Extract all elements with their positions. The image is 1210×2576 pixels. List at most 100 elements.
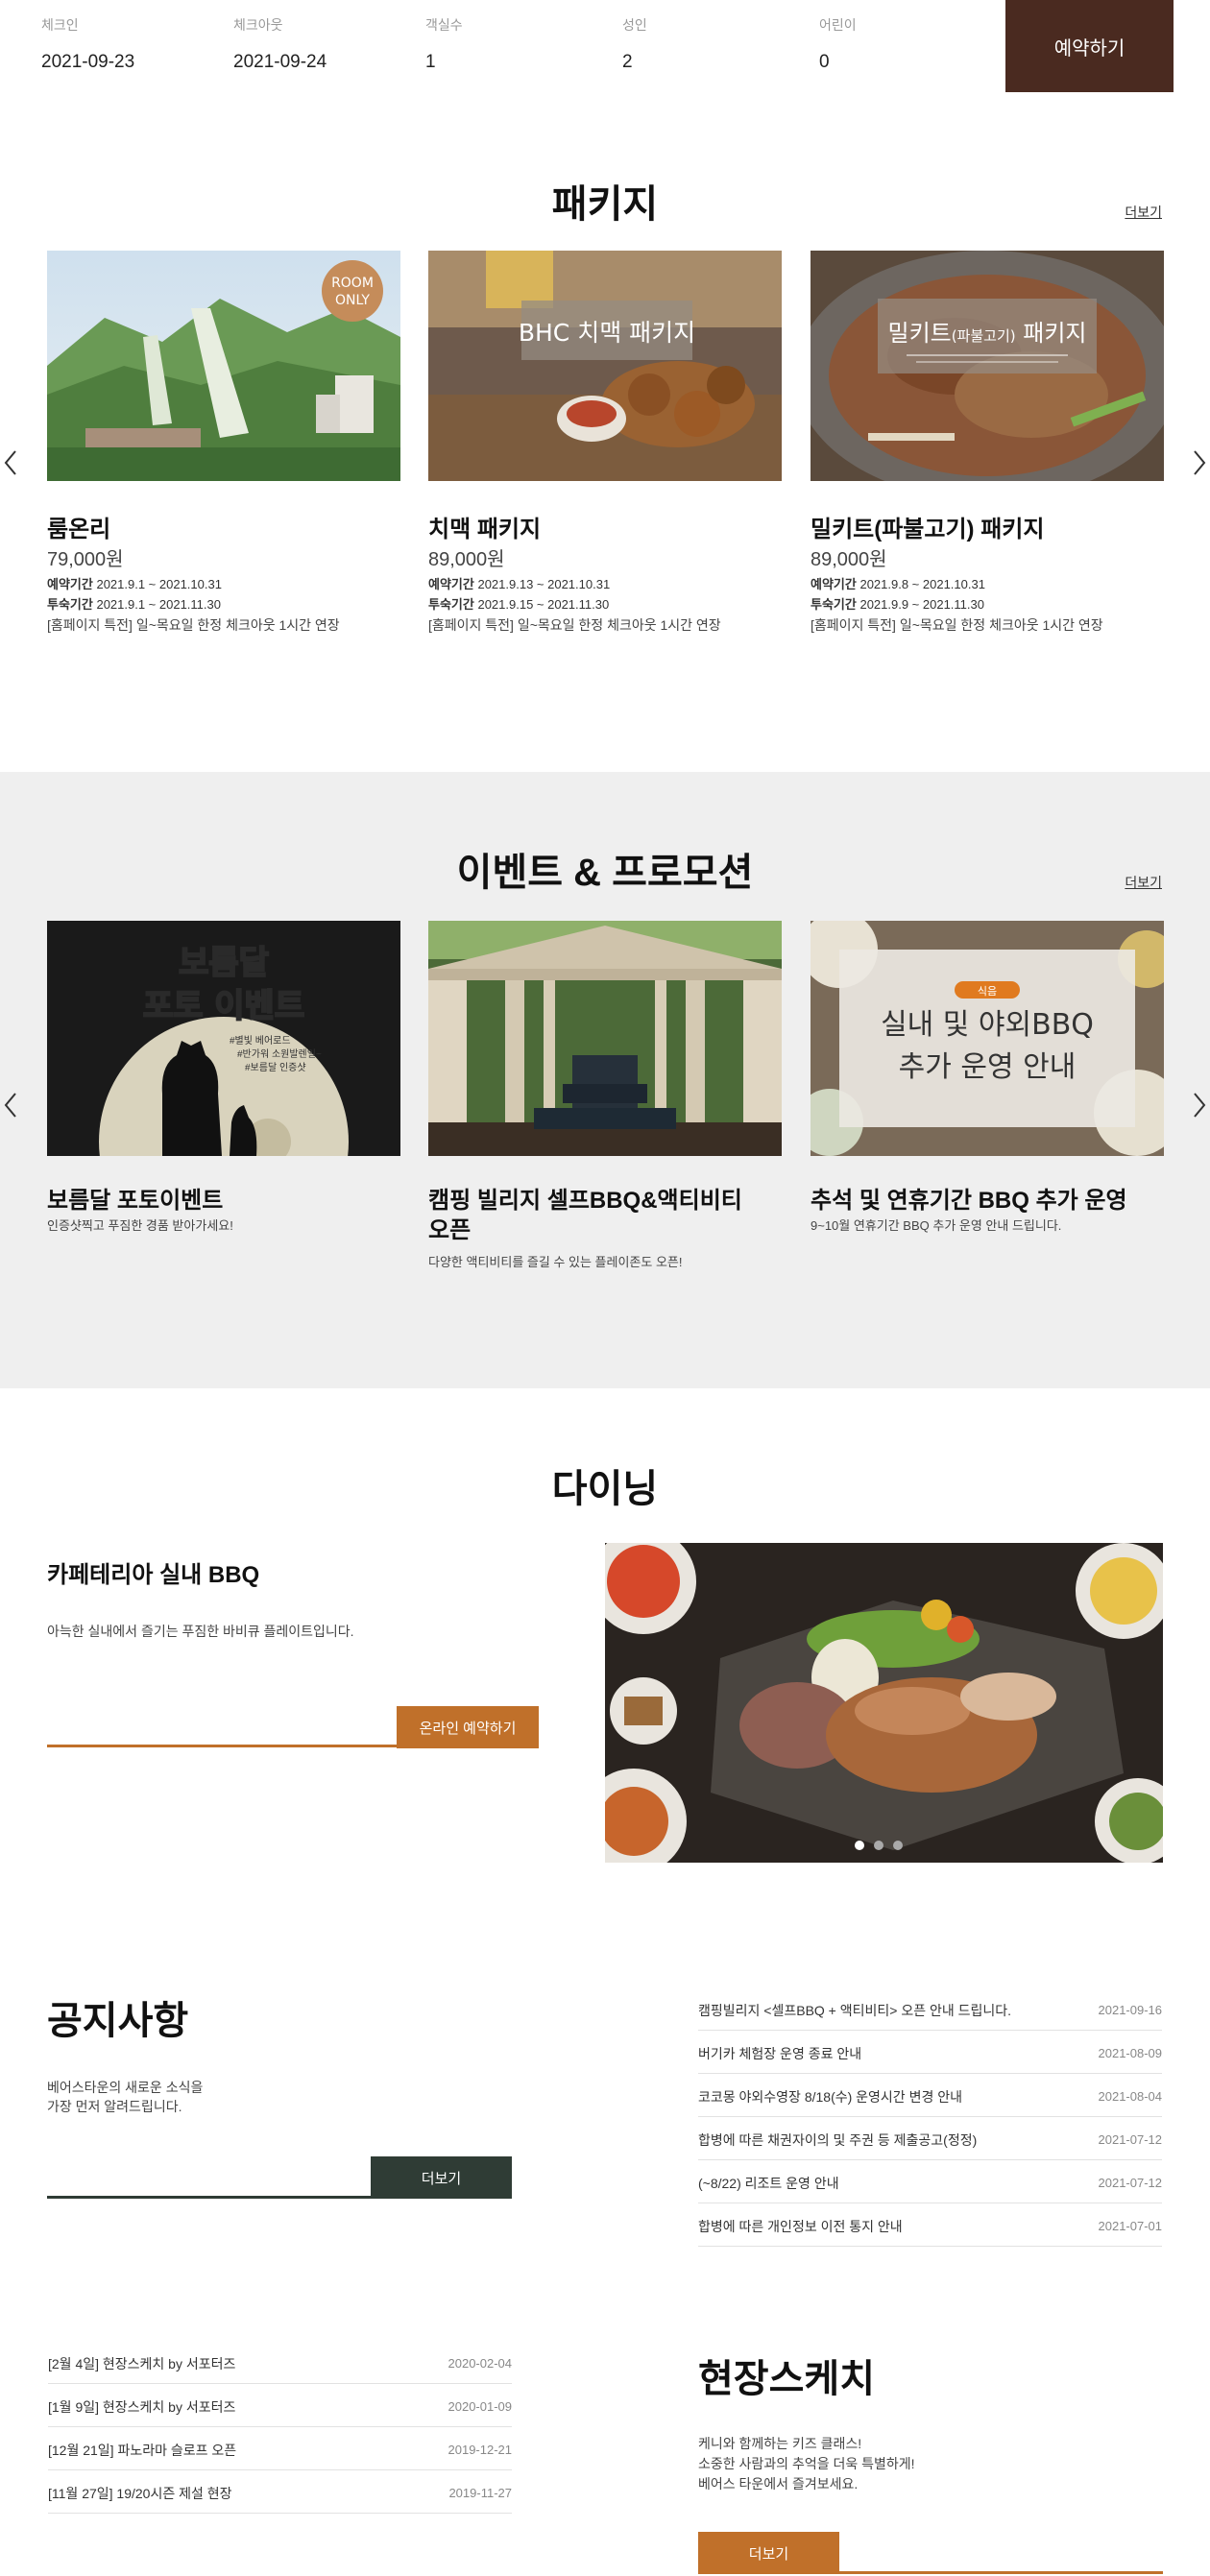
sketch-item-title[interactable]: [2월 4일] 현장스케치 by 서포터즈 — [48, 2354, 235, 2373]
notice-item-title[interactable]: 합병에 따른 채권자이의 및 주권 등 제출공고(정정) — [698, 2131, 977, 2150]
events-prev-arrow[interactable] — [0, 1086, 21, 1124]
events-more-link[interactable]: 더보기 — [1125, 873, 1162, 892]
online-reserve-button[interactable]: 온라인 예약하기 — [397, 1706, 539, 1748]
package-title[interactable]: 밀키트(파불고기) 패키지 — [811, 510, 1044, 543]
package-title[interactable]: 치맥 패키지 — [428, 510, 541, 543]
package-price: 89,000원 — [811, 549, 887, 570]
sketch-item[interactable]: [1월 9일] 현장스케치 by 서포터즈 2020-01-09 — [48, 2384, 512, 2427]
event-poster-line1: 보름달 — [179, 944, 269, 982]
packages-prev-arrow[interactable] — [0, 444, 21, 482]
notice-item-date: 2021-08-09 — [1098, 2046, 1163, 2060]
event-desc: 인증샷찍고 푸짐한 경품 받아가세요! — [47, 1218, 233, 1233]
booking-bar: 체크인 2021-09-23 체크아웃 2021-09-24 객실수 1 성인 … — [0, 0, 1210, 94]
notice-item-date: 2021-08-04 — [1098, 2089, 1163, 2104]
chevron-left-icon — [4, 1093, 16, 1118]
event-image-bbq[interactable]: 식음 실내 및 야외BBQ 추가 운영 안내 — [811, 921, 1164, 1156]
package-card[interactable]: ROOM ONLY 룸온리 79,000원 예약기간 2021.9.1 ~ 20… — [47, 251, 400, 635]
event-title[interactable]: 추석 및 연휴기간 BBQ 추가 운영 — [811, 1181, 1127, 1215]
package-reserve-period: 예약기간 2021.9.1 ~ 2021.10.31 — [47, 577, 222, 591]
adults-label: 성인 — [622, 17, 647, 33]
sketch-item-title[interactable]: [11월 27일] 19/20시즌 제설 현장 — [48, 2484, 232, 2503]
notice-title: 공지사항 — [47, 2000, 189, 2042]
notice-item[interactable]: 합병에 따른 채권자이의 및 주권 등 제출공고(정정) 2021-07-12 — [698, 2117, 1162, 2160]
events-next-arrow[interactable] — [1189, 1086, 1210, 1124]
package-title[interactable]: 룸온리 — [47, 510, 110, 543]
package-card[interactable]: BHC 치맥 패키지 치맥 패키지 89,000원 예약기간 2021.9.13… — [428, 251, 782, 635]
package-note: [홈페이지 특전] 일~목요일 한정 체크아웃 1시간 연장 — [811, 617, 1103, 633]
event-poster-tag: #보름달 인증샷 — [245, 1062, 306, 1073]
notice-item-date: 2021-07-01 — [1098, 2219, 1163, 2233]
event-image-camping[interactable] — [428, 921, 782, 1156]
notice-item-date: 2021-07-12 — [1098, 2176, 1163, 2190]
package-stay-period: 투숙기간 2021.9.9 ~ 2021.11.30 — [811, 597, 984, 612]
sketch-desc-line3: 베어스 타운에서 즐겨보세요. — [698, 2476, 859, 2492]
package-image-resort[interactable]: ROOM ONLY — [47, 251, 400, 481]
notice-item[interactable]: 캠핑빌리지 <셀프BBQ + 액티비티> 오픈 안내 드립니다. 2021-09-… — [698, 1987, 1162, 2031]
chimaek-overlay-text: BHC 치맥 패키지 — [519, 319, 695, 347]
event-poster-tag: #반가워 소원발렌일~ — [237, 1047, 322, 1060]
checkin-value[interactable]: 2021-09-23 — [41, 52, 134, 73]
package-card[interactable]: 밀키트(파불고기) 패키지 밀키트(파불고기) 패키지 89,000원 예약기간… — [811, 251, 1164, 635]
package-price: 79,000원 — [47, 549, 124, 570]
checkin-field[interactable]: 체크인 2021-09-23 — [41, 15, 134, 73]
notice-desc-line2: 가장 먼저 알려드립니다. — [47, 2099, 182, 2114]
sketch-title: 현장스케치 — [698, 2358, 875, 2400]
event-card[interactable]: 식음 실내 및 야외BBQ 추가 운영 안내 추석 및 연휴기간 BBQ 추가 … — [811, 921, 1164, 1247]
checkout-field[interactable]: 체크아웃 2021-09-24 — [233, 15, 327, 73]
event-card[interactable]: 보름달 포토 이벤트 #별빛 베어로드 #반가워 소원발렌일~ #보름달 인증샷… — [47, 921, 400, 1247]
event-desc: 다양한 액티비티를 즐길 수 있는 플레이존도 오픈! — [428, 1255, 683, 1269]
package-stay-period: 투숙기간 2021.9.1 ~ 2021.11.30 — [47, 597, 221, 612]
notice-more-button[interactable]: 더보기 — [371, 2156, 512, 2199]
rooms-value[interactable]: 1 — [425, 52, 463, 73]
reserve-button[interactable]: 예약하기 — [1005, 0, 1174, 92]
adults-value[interactable]: 2 — [622, 52, 647, 73]
events-title: 이벤트 & 프로모션 — [456, 852, 754, 894]
checkout-value[interactable]: 2021-09-24 — [233, 52, 327, 73]
sketch-desc-line1: 케니와 함께하는 키즈 클래스! — [698, 2436, 862, 2451]
sketch-item[interactable]: [2월 4일] 현장스케치 by 서포터즈 2020-02-04 — [48, 2341, 512, 2384]
event-title-line2[interactable]: 오픈 — [428, 1211, 471, 1244]
notice-item-title[interactable]: 코코몽 야외수영장 8/18(수) 운영시간 변경 안내 — [698, 2087, 962, 2107]
sketch-item[interactable]: [12월 21일] 파노라마 슬로프 오픈 2019-12-21 — [48, 2427, 512, 2470]
children-field[interactable]: 어린이 0 — [819, 15, 857, 73]
package-note: [홈페이지 특전] 일~목요일 한정 체크아웃 1시간 연장 — [428, 617, 721, 633]
notice-item-title[interactable]: (~8/22) 리조트 운영 안내 — [698, 2174, 839, 2193]
sketch-item[interactable]: [11월 27일] 19/20시즌 제설 현장 2019-11-27 — [48, 2470, 512, 2514]
dining-image — [605, 1543, 1163, 1863]
event-poster-tag: #별빛 베어로드 — [230, 1035, 291, 1047]
package-image-mealkit[interactable]: 밀키트(파불고기) 패키지 — [811, 251, 1164, 481]
event-title-line1[interactable]: 캠핑 빌리지 셀프BBQ&액티비티 — [428, 1181, 742, 1215]
notice-item-date: 2021-09-16 — [1098, 2003, 1163, 2017]
slider-dot[interactable] — [855, 1841, 864, 1850]
slider-dot[interactable] — [874, 1841, 883, 1850]
rooms-field[interactable]: 객실수 1 — [425, 15, 463, 73]
notice-item-title[interactable]: 버기카 체험장 운영 종료 안내 — [698, 2044, 861, 2063]
notice-item[interactable]: 코코몽 야외수영장 8/18(수) 운영시간 변경 안내 2021-08-04 — [698, 2074, 1162, 2117]
package-note: [홈페이지 특전] 일~목요일 한정 체크아웃 1시간 연장 — [47, 617, 340, 633]
adults-field[interactable]: 성인 2 — [622, 15, 647, 73]
sketch-item-date: 2019-11-27 — [448, 2486, 512, 2500]
slider-dot[interactable] — [893, 1841, 903, 1850]
notice-item-title[interactable]: 캠핑빌리지 <셀프BBQ + 액티비티> 오픈 안내 드립니다. — [698, 2001, 1011, 2020]
notice-item[interactable]: 버기카 체험장 운영 종료 안내 2021-08-09 — [698, 2031, 1162, 2074]
dining-slider[interactable] — [605, 1543, 1163, 1863]
packages-more-link[interactable]: 더보기 — [1125, 203, 1162, 222]
children-value[interactable]: 0 — [819, 52, 857, 73]
event-overlay-line2: 추가 운영 안내 — [899, 1050, 1077, 1084]
sketch-item-date: 2019-12-21 — [448, 2443, 513, 2457]
notice-item[interactable]: 합병에 따른 개인정보 이전 통지 안내 2021-07-01 — [698, 2203, 1162, 2247]
event-overlay-line1: 실내 및 야외BBQ — [881, 1008, 1094, 1042]
notice-item-title[interactable]: 합병에 따른 개인정보 이전 통지 안내 — [698, 2217, 903, 2236]
sketch-item-title[interactable]: [12월 21일] 파노라마 슬로프 오픈 — [48, 2441, 236, 2460]
event-image-moon[interactable]: 보름달 포토 이벤트 #별빛 베어로드 #반가워 소원발렌일~ #보름달 인증샷 — [47, 921, 400, 1156]
event-title[interactable]: 보름달 포토이벤트 — [47, 1181, 223, 1215]
notice-item-date: 2021-07-12 — [1098, 2132, 1163, 2147]
sketch-item-title[interactable]: [1월 9일] 현장스케치 by 서포터즈 — [48, 2397, 235, 2417]
children-label: 어린이 — [819, 17, 857, 33]
sketch-more-button[interactable]: 더보기 — [698, 2532, 839, 2574]
event-poster-line2: 포토 이벤트 — [143, 987, 304, 1025]
event-card[interactable]: 캠핑 빌리지 셀프BBQ&액티비티 오픈 다양한 액티비티를 즐길 수 있는 플… — [428, 921, 782, 1276]
packages-next-arrow[interactable] — [1189, 444, 1210, 482]
package-image-chimaek[interactable]: BHC 치맥 패키지 — [428, 251, 782, 481]
notice-item[interactable]: (~8/22) 리조트 운영 안내 2021-07-12 — [698, 2160, 1162, 2203]
